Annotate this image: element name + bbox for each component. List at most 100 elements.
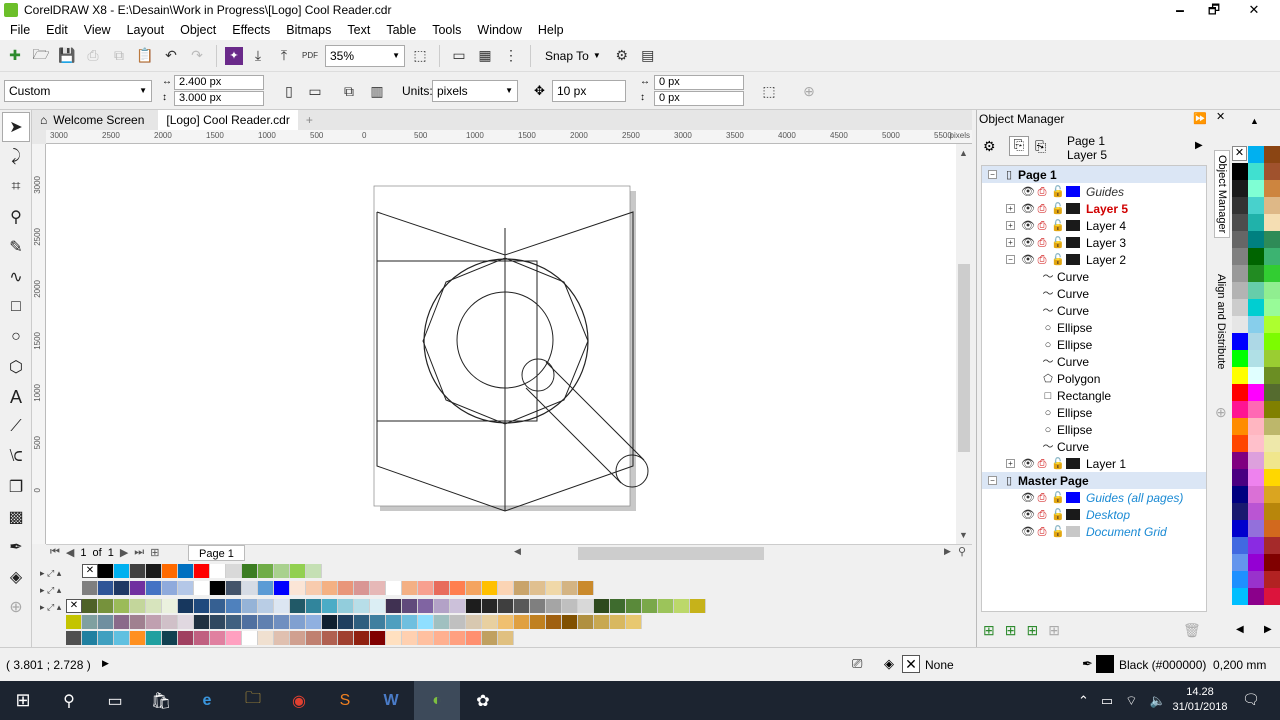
snap-to-dropdown[interactable]: Snap To ▼ (539, 49, 607, 63)
freehand-tool-icon[interactable]: ✎ (2, 232, 30, 262)
delete-icon[interactable]: 🗑 (1183, 622, 1201, 639)
color-swatch[interactable] (210, 599, 226, 613)
color-swatch[interactable] (98, 564, 114, 578)
color-swatch[interactable] (146, 631, 162, 645)
color-swatch[interactable] (450, 631, 466, 645)
color-swatch[interactable] (210, 615, 226, 629)
redo-icon[interactable]: ↷ (186, 45, 208, 67)
color-swatch[interactable] (1264, 163, 1280, 180)
ruler-origin[interactable] (32, 130, 46, 144)
color-swatch[interactable] (306, 581, 322, 595)
shape-tool-icon[interactable]: ⤸ (2, 142, 30, 172)
color-swatch[interactable] (386, 631, 402, 645)
color-swatch[interactable] (498, 631, 514, 645)
duplicate-x-input[interactable]: 0 px (654, 75, 744, 90)
color-swatch[interactable] (466, 615, 482, 629)
no-color-swatch[interactable]: ✕ (1232, 146, 1247, 161)
color-swatch[interactable] (450, 599, 466, 613)
add-page-icon[interactable]: ⊞ (150, 546, 159, 559)
current-page-icon[interactable]: ▥ (366, 80, 388, 102)
menu-tools[interactable]: Tools (424, 20, 469, 40)
color-swatch[interactable] (146, 564, 162, 578)
tree-object[interactable]: ○ Ellipse (982, 404, 1206, 421)
prev-page-icon[interactable]: ◀ (66, 546, 74, 559)
color-swatch[interactable] (338, 631, 354, 645)
flyout-arrow-icon[interactable]: ▶ (1195, 140, 1203, 151)
action-center-icon[interactable]: 🗨 (1242, 691, 1260, 708)
color-swatch[interactable] (290, 599, 306, 613)
color-swatch[interactable] (1232, 350, 1248, 367)
search-icon[interactable]: ⚲ (46, 681, 92, 720)
color-swatch[interactable] (1264, 384, 1280, 401)
color-swatch[interactable] (178, 564, 194, 578)
menu-text[interactable]: Text (339, 20, 378, 40)
color-swatch[interactable] (1232, 163, 1248, 180)
horizontal-scroll-thumb[interactable] (578, 547, 764, 560)
color-swatch[interactable] (1264, 452, 1280, 469)
new-master-layer-odd-icon[interactable]: ⊞ (1048, 622, 1060, 639)
transparency-icon[interactable]: ▩ (2, 502, 30, 532)
treat-as-filled-icon[interactable]: ⬚ (758, 80, 780, 102)
color-swatch[interactable] (130, 581, 146, 595)
printer-icon[interactable]: ⎙ (1036, 254, 1048, 266)
color-swatch[interactable] (434, 581, 450, 595)
color-swatch[interactable] (290, 564, 306, 578)
color-swatch[interactable] (354, 615, 370, 629)
collapse-icon[interactable]: − (988, 476, 997, 485)
color-swatch[interactable] (1248, 214, 1264, 231)
next-page-icon[interactable]: ▶ (120, 546, 128, 559)
color-swatch[interactable] (322, 615, 338, 629)
no-color-swatch[interactable]: ✕ (66, 599, 82, 613)
color-swatch[interactable] (1248, 333, 1264, 350)
color-swatch[interactable] (1232, 588, 1248, 605)
color-swatch[interactable] (258, 581, 274, 595)
tree-master-layer[interactable]: 👁 ⎙ 🔓 Desktop (982, 506, 1206, 523)
color-swatch[interactable] (466, 581, 482, 595)
color-swatch[interactable] (274, 581, 290, 595)
color-swatch[interactable] (1232, 316, 1248, 333)
color-swatch[interactable] (562, 615, 578, 629)
color-swatch[interactable] (210, 631, 226, 645)
color-swatch[interactable] (194, 615, 210, 629)
tab-align-distribute[interactable]: Align and Distribute (1214, 270, 1228, 373)
printer-icon[interactable]: ⎙ (1036, 458, 1048, 470)
interactive-fill-icon[interactable]: ◈ (2, 562, 30, 592)
color-swatch[interactable] (626, 599, 642, 613)
color-swatch[interactable] (242, 599, 258, 613)
page-tab-1[interactable]: Page 1 (188, 545, 245, 561)
color-swatch[interactable] (1248, 384, 1264, 401)
lock-icon[interactable]: 🔓 (1051, 458, 1065, 470)
outline-color-swatch[interactable] (1096, 655, 1114, 673)
color-swatch[interactable] (418, 615, 434, 629)
copy-icon[interactable]: ⧉ (108, 45, 130, 67)
units-select[interactable]: pixels ▼ (432, 80, 518, 102)
color-swatch[interactable] (1232, 571, 1248, 588)
eye-icon[interactable]: 👁 (1021, 220, 1035, 232)
color-swatch[interactable] (130, 599, 146, 613)
color-swatch[interactable] (402, 615, 418, 629)
color-swatch[interactable] (594, 615, 610, 629)
color-swatch[interactable] (1232, 486, 1248, 503)
color-swatch[interactable] (1264, 214, 1280, 231)
color-swatch[interactable] (82, 615, 98, 629)
paste-icon[interactable]: 📋 (134, 45, 156, 67)
ellipse-tool-icon[interactable]: ○ (2, 322, 30, 352)
tree-layer[interactable]: + 👁 ⎙ 🔓 Layer 3 (982, 234, 1206, 251)
color-swatch[interactable] (146, 615, 162, 629)
color-swatch[interactable] (1232, 554, 1248, 571)
tab-object-manager[interactable]: Object Manager (1214, 150, 1230, 239)
color-swatch[interactable] (1248, 469, 1264, 486)
menu-file[interactable]: File (2, 20, 38, 40)
color-swatch[interactable] (1248, 503, 1264, 520)
search-content-icon[interactable]: ✦ (225, 46, 243, 65)
color-swatch[interactable] (434, 615, 450, 629)
color-swatch[interactable] (226, 581, 242, 595)
color-swatch[interactable] (338, 581, 354, 595)
lock-icon[interactable]: 🔓 (1051, 526, 1065, 538)
menu-window[interactable]: Window (469, 20, 529, 40)
color-swatch[interactable] (242, 581, 258, 595)
color-swatch[interactable] (610, 615, 626, 629)
color-swatch[interactable] (66, 631, 82, 645)
printer-icon[interactable]: ⎙ (1036, 509, 1048, 521)
color-swatch[interactable] (562, 581, 578, 595)
